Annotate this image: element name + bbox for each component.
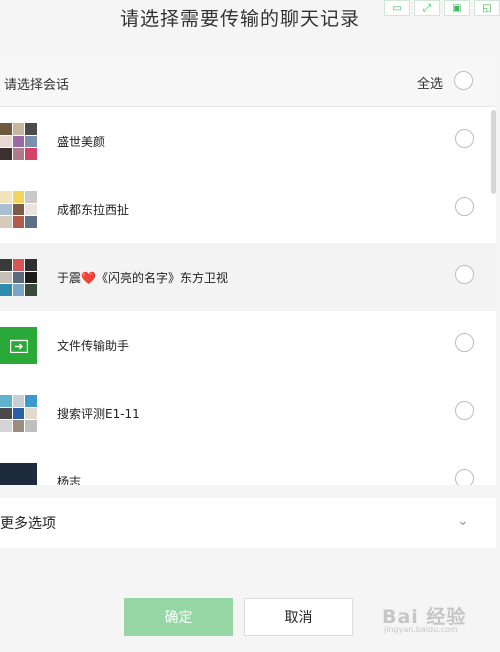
chat-name: 盛世美颜 bbox=[57, 135, 106, 149]
group-avatar bbox=[0, 123, 37, 160]
chat-name-part: 于震 bbox=[57, 271, 82, 285]
maximize-icon[interactable]: ⤢ bbox=[414, 0, 440, 16]
cancel-button[interactable]: 取消 bbox=[244, 598, 353, 636]
chat-row[interactable]: 搜索评测E1-11 bbox=[0, 379, 496, 447]
heart-icon: ❤️ bbox=[81, 271, 96, 285]
chat-select-radio[interactable] bbox=[455, 401, 474, 420]
chevron-down-icon[interactable]: ⌄ bbox=[457, 513, 469, 529]
file-transfer-icon bbox=[0, 327, 37, 364]
chat-name: 搜索评测E1-11 bbox=[57, 407, 140, 421]
chat-select-radio[interactable] bbox=[455, 197, 474, 216]
chat-name: 成都东拉西扯 bbox=[57, 203, 130, 217]
select-all-label[interactable]: 全选 bbox=[417, 73, 443, 92]
chat-name: 于震❤️《闪亮的名字》东方卫视 bbox=[57, 269, 228, 286]
scrollbar-thumb[interactable] bbox=[491, 110, 496, 194]
folder-arrow-glyph bbox=[9, 339, 28, 353]
chat-select-radio[interactable] bbox=[455, 129, 474, 148]
session-header: 请选择会话 全选 bbox=[0, 58, 496, 107]
chat-row[interactable]: 文件传输助手 bbox=[0, 311, 496, 379]
group-avatar bbox=[0, 259, 37, 296]
dialog-titlebar: 请选择需要传输的聊天记录 ▭ ⤢ ▣ ◱ bbox=[0, 0, 500, 57]
minimize-icon[interactable]: ▭ bbox=[384, 0, 410, 16]
chat-name: 文件传输助手 bbox=[57, 339, 130, 353]
chat-row[interactable]: 盛世美颜 bbox=[0, 107, 496, 175]
chat-select-radio[interactable] bbox=[455, 469, 474, 485]
save-icon[interactable]: ▣ bbox=[444, 0, 470, 16]
group-avatar bbox=[0, 191, 37, 228]
window-controls: ▭ ⤢ ▣ ◱ bbox=[384, 0, 500, 16]
chat-name: 杨志 bbox=[57, 475, 82, 485]
chat-name-part: 《闪亮的名字》东方卫视 bbox=[95, 271, 228, 285]
avatar bbox=[0, 463, 37, 485]
chat-row[interactable]: 杨志 bbox=[0, 447, 496, 485]
chat-row[interactable]: 成都东拉西扯 bbox=[0, 175, 496, 243]
chat-list: 盛世美颜 成都东拉西扯 于震❤️《闪亮的名字》东方卫视 文件传输助手 搜索评测E… bbox=[0, 107, 496, 485]
group-avatar bbox=[0, 395, 37, 432]
select-all-radio[interactable] bbox=[454, 71, 473, 90]
watermark-sub: jingyan.baidu.com bbox=[384, 625, 458, 634]
watermark: Bai 经验 jingyan.baidu.com bbox=[382, 598, 498, 638]
chat-select-radio[interactable] bbox=[455, 333, 474, 352]
chat-row[interactable]: 于震❤️《闪亮的名字》东方卫视 bbox=[0, 243, 496, 311]
session-header-label: 请选择会话 bbox=[4, 78, 70, 93]
chat-select-radio[interactable] bbox=[455, 265, 474, 284]
restore-icon[interactable]: ◱ bbox=[474, 0, 500, 16]
confirm-button[interactable]: 确定 bbox=[124, 598, 233, 636]
more-options-label: 更多选项 bbox=[0, 516, 56, 532]
more-options-row[interactable]: 更多选项 ⌄ bbox=[0, 498, 496, 548]
